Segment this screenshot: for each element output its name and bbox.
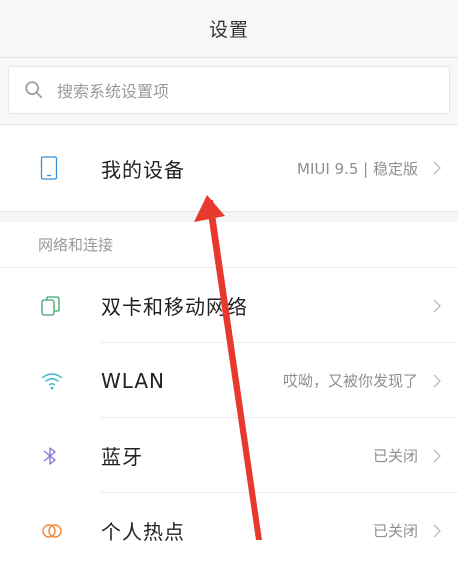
wlan-item[interactable]: WLAN 哎呦，又被你发现了 [0,343,458,418]
miui-version: MIUI 9.5 | 稳定版 [297,159,418,178]
hotspot-icon [42,523,62,538]
hotspot-item[interactable]: 个人热点 已关闭 [0,493,458,564]
wifi-icon [41,372,63,389]
hotspot-label: 个人热点 [101,520,185,544]
wlan-value: 哎呦，又被你发现了 [282,372,418,390]
bluetooth-value: 已关闭 [372,447,418,465]
phone-icon [40,156,58,180]
search-area: 搜索系统设置项 [0,58,458,124]
search-placeholder: 搜索系统设置项 [57,82,170,101]
dual-sim-label: 双卡和移动网络 [101,295,248,319]
bluetooth-icon [43,446,56,465]
bluetooth-label: 蓝牙 [101,445,143,469]
title-bar: 设置 [0,0,458,58]
hotspot-value: 已关闭 [372,522,418,540]
chevron-right-icon [433,524,441,537]
section-header: 网络和连接 [0,222,458,268]
page-title: 设置 [208,19,249,41]
dual-sim-icon [41,295,60,316]
network-section: 网络和连接 双卡和移动网络 WLAN 哎呦，又被你发现了 蓝牙 已关闭 个人热点… [0,222,458,564]
dual-sim-item[interactable]: 双卡和移动网络 [0,268,458,343]
my-device-label: 我的设备 [101,157,185,182]
search-input[interactable]: 搜索系统设置项 [8,66,450,114]
chevron-right-icon [433,161,441,175]
chevron-right-icon [433,299,441,312]
wlan-label: WLAN [101,368,166,393]
chevron-right-icon [433,449,441,462]
chevron-right-icon [433,374,441,387]
my-device-item[interactable]: 我的设备 MIUI 9.5 | 稳定版 [0,124,458,212]
search-icon [25,81,43,99]
bluetooth-item[interactable]: 蓝牙 已关闭 [0,418,458,493]
